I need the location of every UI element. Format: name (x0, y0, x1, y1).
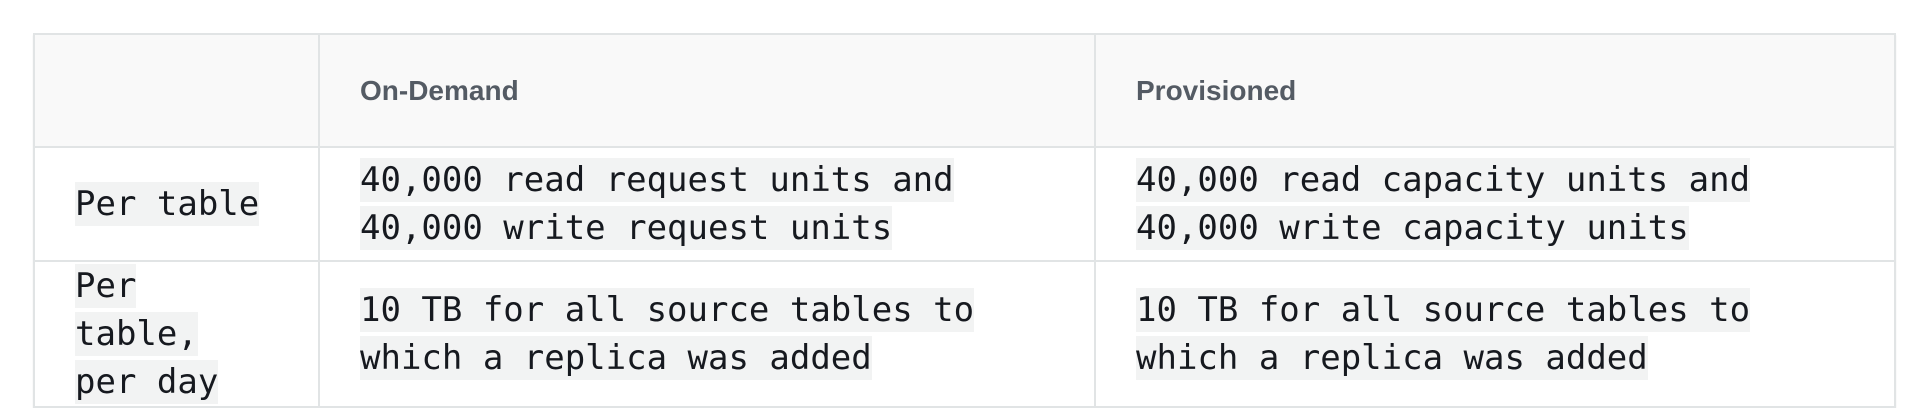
header-provisioned: Provisioned (1094, 33, 1896, 148)
table-row: Per table 40,000 read request units and … (33, 146, 1896, 262)
provisioned-cell: 40,000 read capacity units and 40,000 wr… (1094, 146, 1896, 262)
provisioned-value: 10 TB for all source tables to which a r… (1136, 288, 1751, 380)
header-row: On-Demand Provisioned (33, 33, 1896, 148)
table-body: Per table 40,000 read request units and … (33, 146, 1896, 408)
header-on-demand: On-Demand (318, 33, 1096, 148)
on-demand-cell: 40,000 read request units and 40,000 wri… (318, 146, 1096, 262)
row-label-cell: Per table (33, 146, 320, 262)
on-demand-value: 40,000 read request units and 40,000 wri… (360, 158, 954, 250)
on-demand-cell: 10 TB for all source tables to which a r… (318, 260, 1096, 408)
row-label-cell: Per table, per day (33, 260, 320, 408)
provisioned-value: 40,000 read capacity units and 40,000 wr… (1136, 158, 1751, 250)
quota-table-container: On-Demand Provisioned Per table 40,000 r… (33, 33, 1896, 408)
provisioned-cell: 10 TB for all source tables to which a r… (1094, 260, 1896, 408)
table-row: Per table, per day 10 TB for all source … (33, 260, 1896, 408)
quota-table: On-Demand Provisioned Per table 40,000 r… (33, 33, 1896, 408)
header-empty-cell (33, 33, 320, 148)
table-header: On-Demand Provisioned (33, 33, 1896, 148)
row-label: Per table, per day (75, 264, 219, 404)
on-demand-value: 10 TB for all source tables to which a r… (360, 288, 975, 380)
row-label: Per table (75, 182, 260, 226)
